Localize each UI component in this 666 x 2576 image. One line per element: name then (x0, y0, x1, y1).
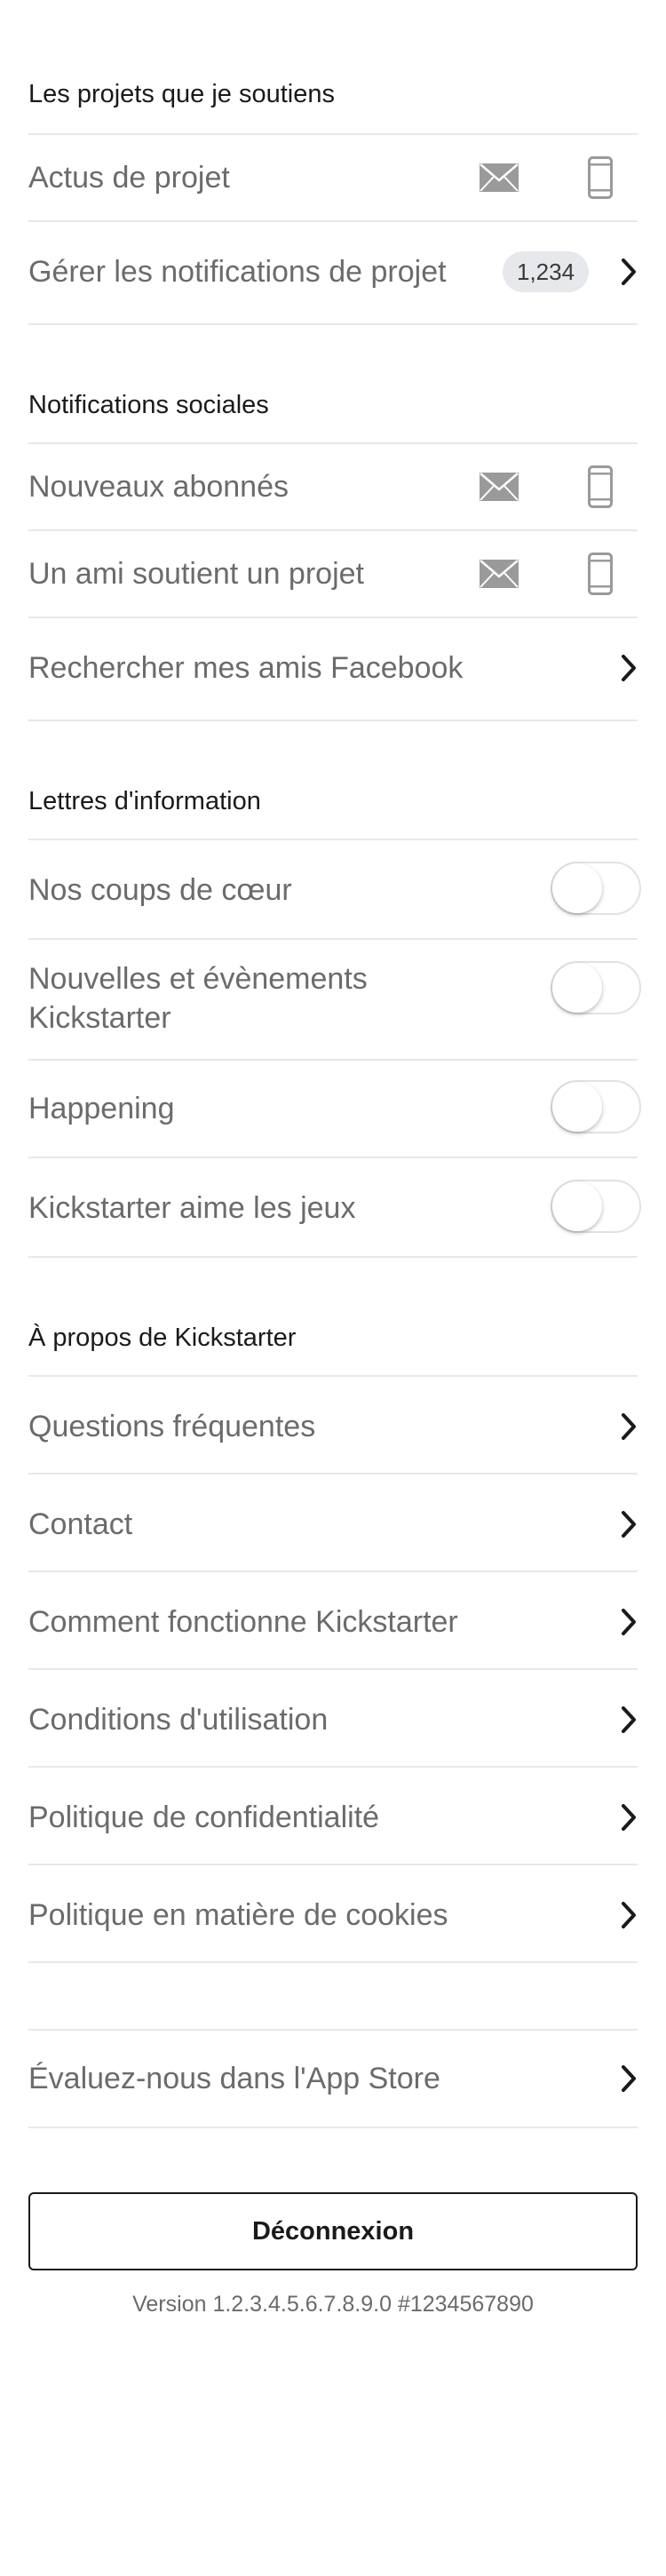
new-followers-label: Nouveaux abonnés (28, 470, 289, 504)
newsletter-toggle[interactable] (551, 1080, 641, 1133)
divider (28, 720, 638, 721)
chevron-right-icon (622, 1804, 636, 1831)
divider (28, 1256, 638, 1258)
divider (28, 2029, 638, 2031)
mail-icon[interactable] (480, 473, 519, 501)
divider (28, 2127, 638, 2128)
chevron-right-icon (622, 1511, 636, 1538)
chevron-right-icon (622, 2065, 636, 2092)
about-item-label: Politique en matière de cookies (28, 1898, 448, 1932)
mail-icon[interactable] (480, 560, 519, 588)
toggle-knob (552, 963, 602, 1013)
divider (28, 323, 638, 325)
logout-button[interactable]: Déconnexion (28, 2192, 638, 2270)
rate-app-store-label: Évaluez-nous dans l'App Store (28, 2062, 440, 2095)
notification-count-badge: 1,234 (503, 251, 590, 292)
backed-projects-header: Les projets que je soutiens (28, 80, 335, 108)
newsletter-toggle[interactable] (551, 862, 641, 915)
newsletter-toggle[interactable] (551, 961, 641, 1014)
newsletter-label: Kickstarter aime les jeux (28, 1191, 356, 1225)
divider (28, 1668, 638, 1670)
divider (28, 529, 638, 531)
chevron-right-icon (622, 258, 636, 285)
divider (28, 1961, 638, 1963)
newsletter-label: Happening (28, 1092, 175, 1125)
mail-icon[interactable] (480, 163, 519, 192)
phone-icon[interactable] (588, 156, 613, 199)
social-header: Notifications sociales (28, 391, 269, 419)
about-item-label: Comment fonctionne Kickstarter (28, 1605, 458, 1639)
version-text: Version 1.2.3.4.5.6.7.8.9.0 #1234567890 (132, 2292, 534, 2317)
project-updates-label: Actus de projet (28, 161, 230, 195)
divider (28, 1059, 638, 1061)
divider (28, 133, 638, 135)
divider (28, 1864, 638, 1865)
divider (28, 1766, 638, 1768)
toggle-knob (552, 1181, 602, 1231)
divider (28, 1570, 638, 1572)
chevron-right-icon (622, 1902, 636, 1928)
newsletter-toggle[interactable] (551, 1180, 641, 1233)
about-item-label: Contact (28, 1507, 133, 1541)
divider (28, 220, 638, 222)
phone-icon[interactable] (588, 465, 613, 508)
divider (28, 1375, 638, 1377)
newsletter-label: Nos coups de cœur (28, 873, 292, 907)
divider (28, 938, 638, 940)
manage-notifications-label: Gérer les notifications de projet (28, 255, 447, 289)
chevron-right-icon (622, 1706, 636, 1733)
about-item-label: Politique de confidentialité (28, 1801, 380, 1834)
chevron-right-icon (622, 1609, 636, 1635)
divider (28, 1157, 638, 1158)
toggle-knob (552, 1082, 602, 1132)
toggle-knob (552, 863, 602, 913)
chevron-right-icon (622, 1413, 636, 1440)
about-item-label: Conditions d'utilisation (28, 1703, 329, 1737)
find-facebook-label: Rechercher mes amis Facebook (28, 651, 464, 685)
divider (28, 616, 638, 618)
divider (28, 1473, 638, 1475)
chevron-right-icon (622, 655, 636, 681)
divider (28, 442, 638, 444)
phone-icon[interactable] (588, 553, 613, 595)
friend-backs-label: Un ami soutient un projet (28, 557, 364, 591)
divider (28, 839, 638, 840)
about-header: À propos de Kickstarter (28, 1324, 297, 1352)
newsletter-label: Nouvelles et évènements Kickstarter (28, 962, 368, 1035)
about-item-label: Questions fréquentes (28, 1410, 316, 1443)
newsletters-header: Lettres d'information (28, 787, 261, 815)
